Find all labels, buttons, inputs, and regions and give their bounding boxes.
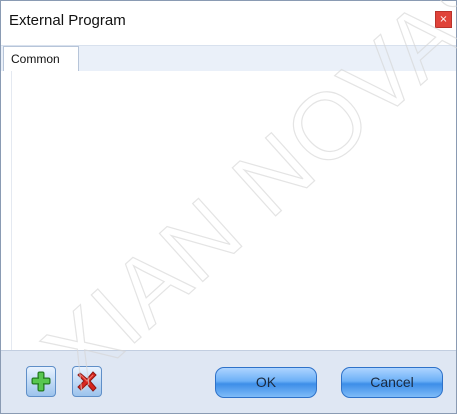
program-list-area[interactable] [1,71,456,350]
remove-button[interactable] [72,366,102,397]
red-x-icon [77,371,97,392]
title-bar: External Program × [1,1,456,37]
add-button[interactable] [26,366,56,397]
tab-label: Common [11,52,60,66]
tab-common[interactable]: Common [3,46,79,71]
dialog-title: External Program [9,12,126,29]
close-button[interactable]: × [435,11,452,28]
cancel-button[interactable]: Cancel [341,367,443,398]
green-plus-icon [31,371,51,392]
tab-strip: Common [1,45,456,72]
content-divider [11,71,12,350]
dialog-footer: OK Cancel [1,350,456,413]
external-program-dialog: External Program × Common OK Cancel [0,0,457,414]
ok-button[interactable]: OK [215,367,317,398]
